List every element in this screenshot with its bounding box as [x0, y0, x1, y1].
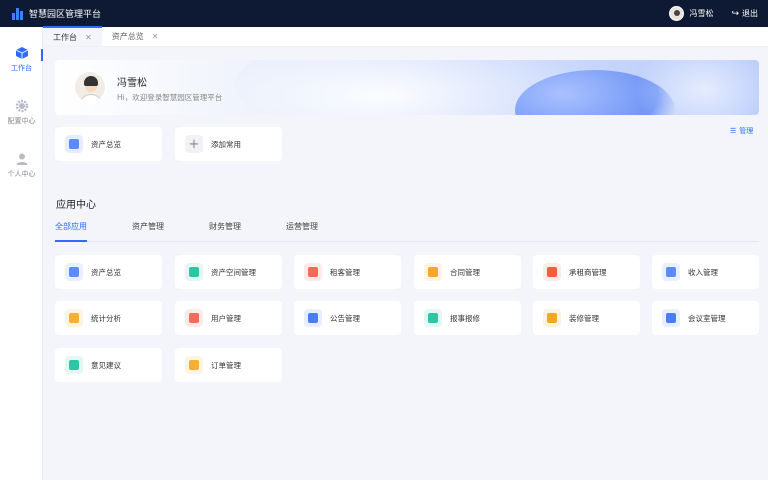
plus-icon: + — [185, 135, 203, 153]
space-icon — [185, 263, 203, 281]
lessee-icon — [543, 263, 561, 281]
app-card[interactable]: 订单管理 — [175, 348, 282, 382]
tab-asset-overview[interactable]: 资产总览 ✕ — [102, 26, 169, 46]
app-card[interactable]: 报事报修 — [414, 301, 521, 335]
sidebar-item-config[interactable]: 配置中心 — [0, 99, 43, 126]
logout-button[interactable]: 退出 — [742, 8, 758, 19]
shortcut-card[interactable]: 资产总览 — [55, 127, 162, 161]
sidebar: 工作台 配置中心 个人中心 — [0, 27, 43, 480]
app-title: 智慧园区管理平台 — [29, 10, 102, 20]
decoration-icon — [543, 309, 561, 327]
gear-icon — [15, 99, 28, 113]
app-label: 订单管理 — [211, 360, 241, 370]
pie-chart-icon — [65, 309, 83, 327]
page-tabs: 工作台 ✕ 资产总览 ✕ — [43, 26, 768, 47]
shortcut-label: 资产总览 — [91, 139, 121, 149]
app-label: 租客管理 — [330, 267, 360, 277]
app-card[interactable]: 公告管理 — [294, 301, 401, 335]
app-label: 意见建议 — [91, 360, 121, 370]
tab-finance-management[interactable]: 财务管理 — [209, 221, 241, 242]
banner-greeting: Hi，欢迎登录智慧园区管理平台 — [117, 93, 223, 102]
avatar — [73, 70, 107, 104]
app-label: 报事报修 — [450, 313, 480, 323]
sidebar-item-workbench[interactable]: 工作台 — [0, 46, 43, 73]
repair-icon — [424, 309, 442, 327]
order-icon — [185, 356, 203, 374]
app-label: 统计分析 — [91, 313, 121, 323]
sidebar-item-label: 工作台 — [11, 64, 32, 72]
welcome-banner: 冯雪松 Hi，欢迎登录智慧园区管理平台 — [55, 60, 759, 115]
app-card[interactable]: 意见建议 — [55, 348, 162, 382]
category-tabs: 全部应用 资产管理 财务管理 运营管理 — [55, 221, 759, 242]
tab-asset-management[interactable]: 资产管理 — [132, 221, 164, 242]
app-logo[interactable]: 智慧园区管理平台 — [12, 7, 101, 20]
asset-overview-icon — [65, 263, 83, 281]
logout-icon[interactable]: ↪ — [731, 9, 739, 19]
shortcut-label: 添加常用 — [211, 139, 241, 149]
app-card[interactable]: 统计分析 — [55, 301, 162, 335]
app-label: 装修管理 — [569, 313, 599, 323]
app-card[interactable]: 资产总览 — [55, 255, 162, 289]
feedback-icon — [65, 356, 83, 374]
app-card[interactable]: 装修管理 — [533, 301, 640, 335]
app-card[interactable]: 用户管理 — [175, 301, 282, 335]
app-card[interactable]: 合同管理 — [414, 255, 521, 289]
username[interactable]: 冯雪松 — [689, 8, 713, 19]
section-title: 应用中心 — [56, 200, 96, 211]
app-card[interactable]: 会议室管理 — [652, 301, 759, 335]
top-bar: 智慧园区管理平台 冯雪松 ↪ 退出 — [0, 0, 768, 27]
banner-username: 冯雪松 — [117, 78, 147, 89]
app-label: 资产总览 — [91, 267, 121, 277]
user-manage-icon — [185, 309, 203, 327]
app-label: 合同管理 — [450, 267, 480, 277]
asset-overview-icon — [65, 135, 83, 153]
tab-workbench[interactable]: 工作台 ✕ — [43, 26, 102, 46]
app-label: 公告管理 — [330, 313, 360, 323]
app-card[interactable]: 收入管理 — [652, 255, 759, 289]
manage-shortcuts-button[interactable]: ☰ 管理 — [730, 126, 753, 136]
sidebar-item-personal[interactable]: 个人中心 — [0, 152, 43, 179]
sidebar-item-label: 个人中心 — [7, 170, 36, 178]
close-icon[interactable]: ✕ — [152, 32, 159, 41]
cube-icon — [15, 47, 28, 59]
app-label: 资产空间管理 — [211, 267, 256, 277]
close-icon[interactable]: ✕ — [85, 33, 92, 42]
tab-label: 资产总览 — [111, 31, 144, 41]
meeting-room-icon — [662, 309, 680, 327]
sidebar-item-label: 配置中心 — [7, 117, 36, 125]
manage-label: 管理 — [739, 127, 754, 135]
user-icon — [16, 153, 27, 165]
app-label: 会议室管理 — [688, 313, 726, 323]
user-avatar[interactable] — [669, 6, 685, 21]
cloud-icon — [662, 263, 680, 281]
add-shortcut-card[interactable]: + 添加常用 — [175, 127, 282, 161]
logo-icon — [12, 7, 23, 20]
app-card[interactable]: 资产空间管理 — [175, 255, 282, 289]
app-label: 用户管理 — [211, 313, 241, 323]
notice-icon — [304, 309, 322, 327]
app-label: 承租商管理 — [569, 267, 607, 277]
app-card[interactable]: 租客管理 — [294, 255, 401, 289]
tab-label: 工作台 — [53, 32, 77, 42]
tab-all-apps[interactable]: 全部应用 — [55, 221, 87, 242]
app-card[interactable]: 承租商管理 — [533, 255, 640, 289]
tenant-icon — [304, 263, 322, 281]
settings-list-icon: ☰ — [730, 127, 737, 135]
app-label: 收入管理 — [688, 267, 718, 277]
tab-operation-management[interactable]: 运营管理 — [286, 221, 318, 242]
contract-icon — [424, 263, 442, 281]
